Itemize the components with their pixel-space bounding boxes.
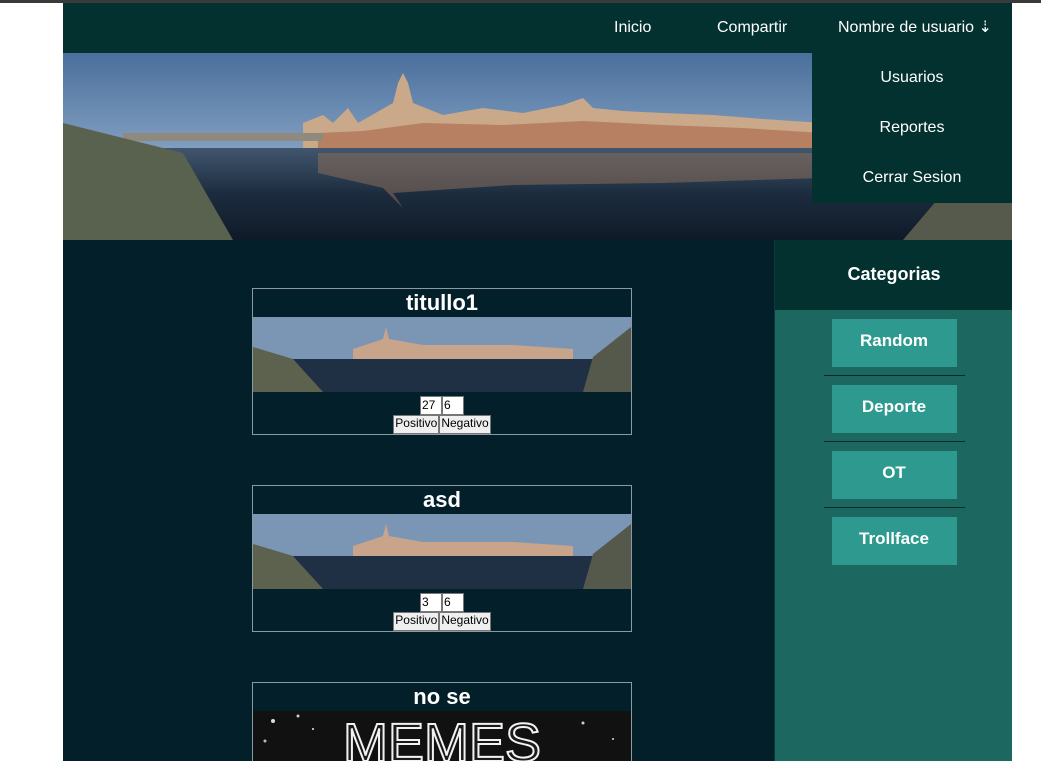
post-title: asd <box>423 487 461 512</box>
category-divider <box>823 375 965 376</box>
negative-button[interactable]: Negativo <box>439 612 491 631</box>
positive-button[interactable]: Positivo <box>393 612 440 631</box>
user-dropdown-menu: Usuarios Reportes Cerrar Sesion <box>812 53 1012 203</box>
category-sidebar: Categorias Random Deporte OT Trollface <box>774 240 1012 761</box>
category-button-random[interactable]: Random <box>831 319 957 367</box>
dropdown-item-reportes[interactable]: Reportes <box>812 103 1012 153</box>
positive-button[interactable]: Positivo <box>393 415 440 434</box>
sidebar-title: Categorias <box>775 240 1012 310</box>
positive-count: 3 <box>420 593 442 612</box>
post-title: titullo1 <box>405 290 479 315</box>
memes-image-text: MEMES <box>343 713 541 761</box>
page: Inicio Compartir Nombre de usuario ⇣ Usu… <box>63 3 1012 761</box>
post-card: no se MEMES <box>252 682 632 761</box>
positive-count: 27 <box>420 396 442 415</box>
dropdown-item-cerrar-sesion[interactable]: Cerrar Sesion <box>812 153 1012 203</box>
vote-panel: 27 6 Positivo Negativo <box>253 392 631 434</box>
category-button-deporte[interactable]: Deporte <box>831 385 957 433</box>
nav-bar: Inicio Compartir Nombre de usuario ⇣ <box>63 3 1012 53</box>
category-divider <box>823 507 965 508</box>
negative-button[interactable]: Negativo <box>439 415 491 434</box>
nav-user-menu[interactable]: Nombre de usuario ⇣ <box>838 3 992 53</box>
category-divider <box>823 441 965 442</box>
nav-home-link[interactable]: Inicio <box>614 3 651 53</box>
negative-count: 6 <box>442 396 464 415</box>
post-image <box>253 317 631 392</box>
vote-panel: 3 6 Positivo Negativo <box>253 589 631 631</box>
post-image <box>253 514 631 589</box>
dropdown-item-usuarios[interactable]: Usuarios <box>812 53 1012 103</box>
post-card: asd 3 6 Positivo Negativo <box>252 485 632 632</box>
post-title: no se <box>413 684 471 709</box>
post-card: titullo1 27 6 Positivo Negativo <box>252 288 632 435</box>
post-image: MEMES <box>253 711 631 761</box>
nav-share-link[interactable]: Compartir <box>717 3 787 53</box>
category-button-trollface[interactable]: Trollface <box>831 517 957 565</box>
negative-count: 6 <box>442 593 464 612</box>
category-button-ot[interactable]: OT <box>831 451 957 499</box>
